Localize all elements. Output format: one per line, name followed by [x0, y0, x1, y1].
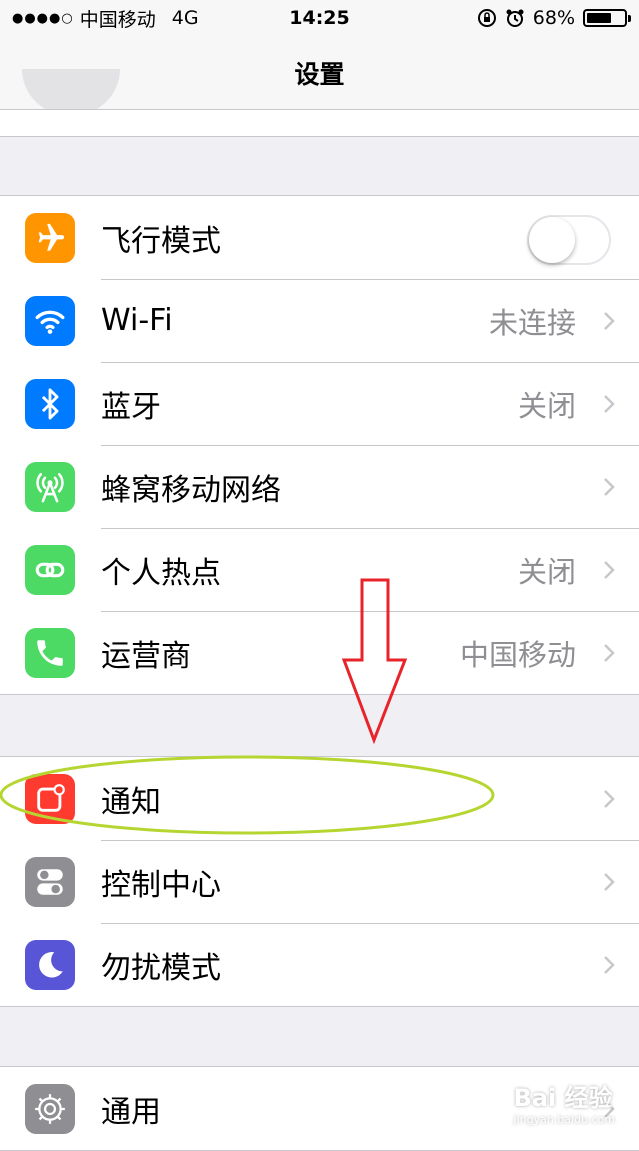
chevron-right-icon: [604, 561, 615, 579]
page-title: 设置: [294, 59, 345, 89]
moon-icon: [25, 940, 75, 990]
row-label: 个人热点: [101, 555, 221, 591]
settings-row-bluetooth[interactable]: 蓝牙 关闭: [0, 362, 639, 445]
settings-row-control-center[interactable]: 控制中心: [0, 840, 639, 923]
row-value: 关闭: [517, 554, 576, 589]
gear-icon: [25, 1084, 75, 1134]
battery-level-fill: [587, 13, 612, 23]
settings-row-phone[interactable]: 运营商 中国移动: [0, 611, 639, 694]
chevron-right-icon: [604, 873, 615, 891]
row-label: 运营商: [101, 638, 191, 674]
settings-row-cellular-antenna[interactable]: 蜂窝移动网络: [0, 445, 639, 528]
status-bar: ●●●●○ 中国移动 4G 14:25 68%: [0, 0, 639, 36]
status-time: 14:25: [289, 7, 350, 29]
carrier-name: 中国移动: [79, 8, 156, 31]
toggle-knob: [529, 217, 575, 263]
hotspot-link-icon: [25, 545, 75, 595]
network-type: 4G: [171, 7, 199, 29]
airplane-mode-toggle[interactable]: [527, 215, 611, 265]
avatar[interactable]: [22, 69, 120, 109]
settings-row-notifications[interactable]: 通知: [0, 757, 639, 840]
settings-row-wifi[interactable]: Wi-Fi 未连接: [0, 279, 639, 362]
row-label: 控制中心: [101, 867, 221, 903]
row-label: 通用: [101, 1094, 161, 1130]
battery-icon: [583, 9, 631, 27]
watermark-logo: Bai 经验 jingyan.baidu.com: [513, 1084, 615, 1126]
control-center-icon: [25, 857, 75, 907]
row-value: 未连接: [488, 305, 576, 340]
chevron-right-icon: [604, 395, 615, 413]
row-value: 关闭: [517, 388, 576, 423]
alarm-clock-icon: [506, 9, 524, 27]
chevron-right-icon: [604, 956, 615, 974]
chevron-right-icon: [604, 312, 615, 330]
battery-percent: 68%: [532, 7, 575, 29]
settings-row-airplane[interactable]: 飞行模式: [0, 196, 639, 279]
rotation-lock-icon: [477, 9, 496, 27]
chevron-right-icon: [604, 790, 615, 808]
notifications-icon: [25, 774, 75, 824]
cellular-antenna-icon: [25, 462, 75, 512]
settings-group: 通知控制中心勿扰模式: [0, 756, 639, 1007]
phone-icon: [25, 628, 75, 678]
row-label: 飞行模式: [101, 223, 221, 259]
bluetooth-icon: [25, 379, 75, 429]
settings-group: 飞行模式 Wi-Fi 未连接 蓝牙 关闭 蜂窝移动网络 个人热点 关闭 运营商 中国移动: [0, 195, 639, 695]
row-value: 中国移动: [459, 637, 576, 672]
row-label: 勿扰模式: [101, 950, 221, 986]
wifi-icon: [25, 296, 75, 346]
row-label: 蓝牙: [101, 389, 161, 425]
row-label: 通知: [101, 784, 161, 820]
navigation-bar: 设置: [0, 36, 639, 110]
settings-row-moon[interactable]: 勿扰模式: [0, 923, 639, 1006]
row-label: 蜂窝移动网络: [101, 472, 281, 508]
profile-row-remainder[interactable]: [0, 110, 639, 137]
chevron-right-icon: [604, 478, 615, 496]
settings-row-hotspot-link[interactable]: 个人热点 关闭: [0, 528, 639, 611]
row-label: Wi-Fi: [101, 303, 173, 338]
chevron-right-icon: [604, 644, 615, 662]
airplane-icon: [25, 213, 75, 263]
signal-strength-icon: ●●●●○: [12, 10, 74, 26]
